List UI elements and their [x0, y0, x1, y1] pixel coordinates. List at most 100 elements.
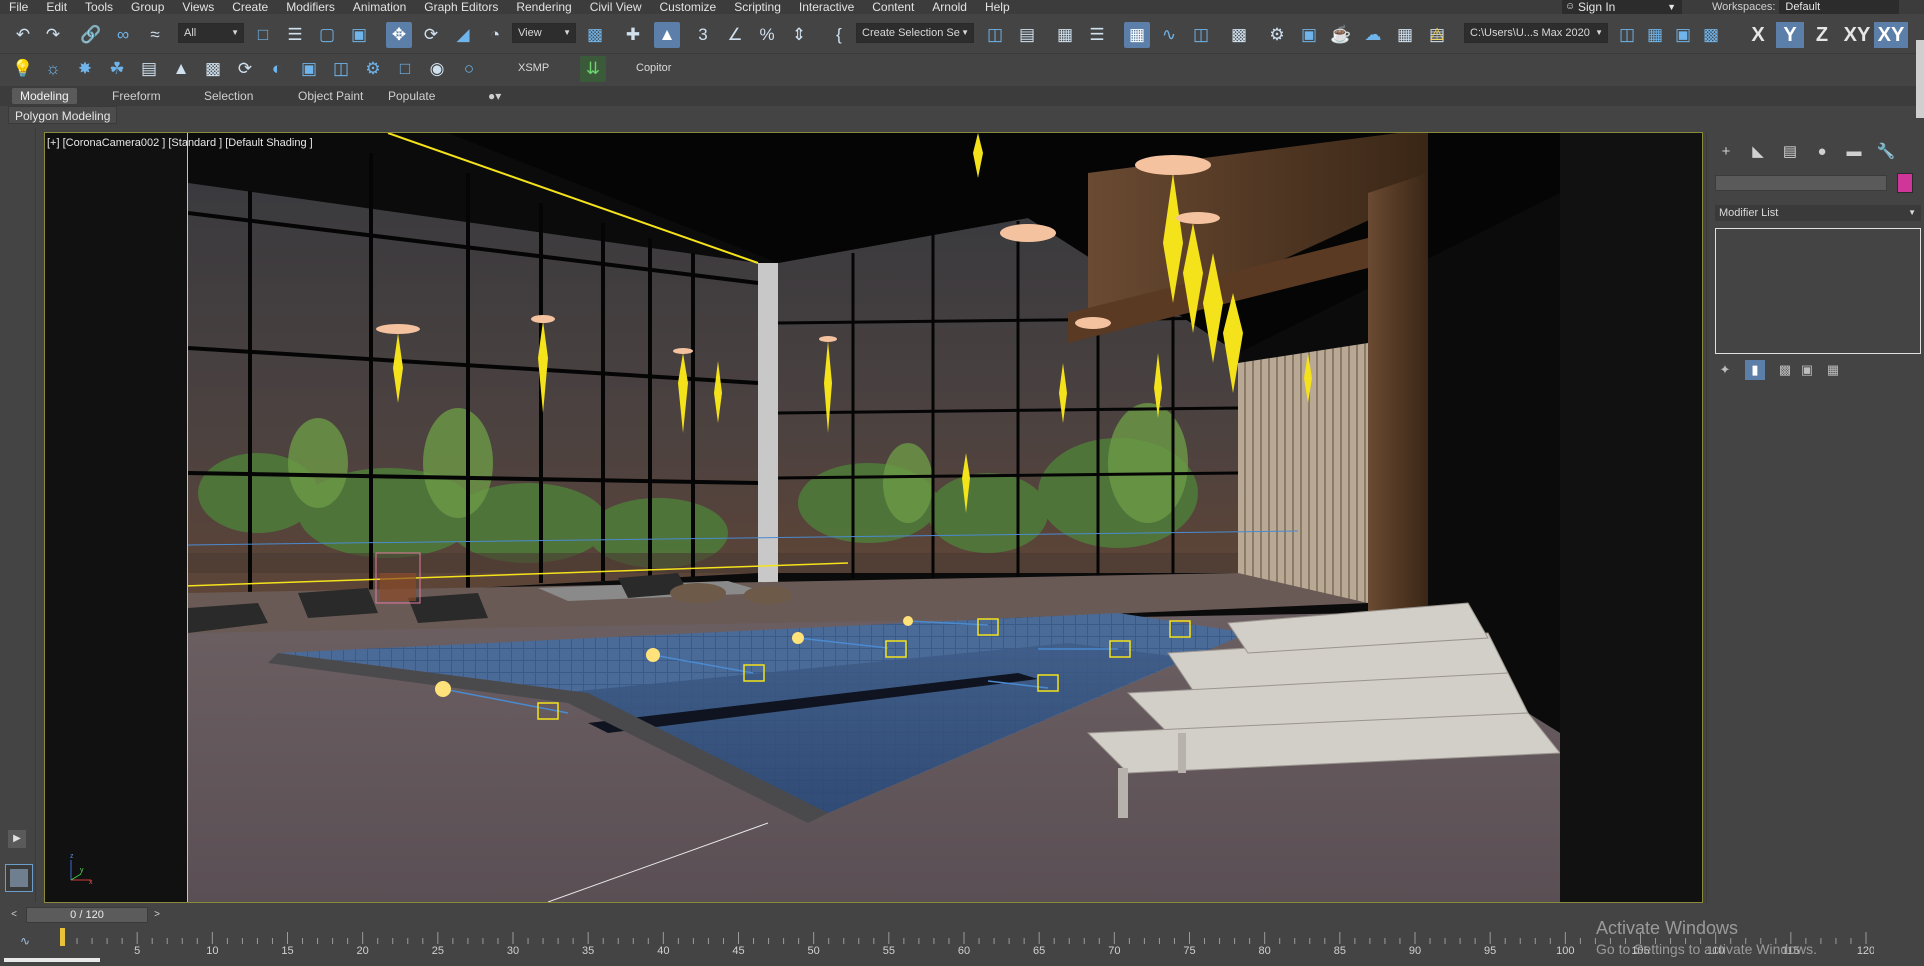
previous-frame-button[interactable]: <	[8, 908, 20, 922]
sign-in-dropdown[interactable]: ☺ Sign In ▼	[1562, 0, 1682, 14]
curve-editor-mini-icon[interactable]: ∿	[20, 934, 30, 948]
utilities-tab-wrench-icon[interactable]: 🔧	[1875, 142, 1897, 162]
select-place-icon[interactable]: ◔	[482, 22, 508, 48]
bind-spacewarp-icon[interactable]: ≈	[142, 22, 168, 48]
viewport-label[interactable]: [+] [CoronaCamera002 ] [Standard ] [Defa…	[47, 137, 313, 149]
ribbon-tab-object-paint[interactable]: Object Paint	[290, 88, 371, 104]
layer-explorer-icon[interactable]: ☰	[1084, 22, 1110, 48]
proxy-icon[interactable]: ▲	[168, 56, 194, 82]
toggle-ribbon-icon[interactable]: ▦	[1124, 22, 1150, 48]
workspaces-selector[interactable]: Workspaces: Default	[1712, 0, 1900, 14]
show-end-result-icon[interactable]: ▮	[1745, 360, 1765, 380]
mirror-icon[interactable]: ◫	[982, 22, 1008, 48]
snaps-toggle-icon[interactable]: 3	[690, 22, 716, 48]
scene-explorer-icon[interactable]: ▦	[1052, 22, 1078, 48]
constrain-xy-cycle-button[interactable]: XY	[1874, 22, 1908, 48]
make-unique-icon[interactable]: ▩	[1775, 360, 1795, 380]
menu-modifiers[interactable]: Modifiers	[277, 0, 344, 14]
configure-modifier-sets-icon[interactable]: ▦	[1823, 360, 1843, 380]
render-iterative-icon[interactable]: ▦	[1392, 22, 1418, 48]
create-tab-plus-icon[interactable]: +	[1715, 142, 1737, 162]
rendered-frame-window-icon[interactable]: ▣	[1296, 22, 1322, 48]
light-bulb-icon[interactable]: 💡	[10, 56, 36, 82]
reference-coordinate-select[interactable]: View ▼	[512, 23, 576, 43]
ribbon-options-dropdown-icon[interactable]: ●▾	[480, 88, 509, 104]
object-name-field[interactable]	[1715, 175, 1887, 191]
redo-icon[interactable]: ↷	[40, 22, 66, 48]
ribbon-tab-selection[interactable]: Selection	[196, 88, 261, 104]
next-frame-button[interactable]: >	[151, 908, 163, 922]
select-move-icon[interactable]: ✥	[386, 22, 412, 48]
menu-tools[interactable]: Tools	[76, 0, 122, 14]
constrain-xy-button[interactable]: XY	[1840, 22, 1874, 48]
render-cloud-icon[interactable]: ☁	[1360, 22, 1386, 48]
menu-group[interactable]: Group	[122, 0, 173, 14]
select-by-name-icon[interactable]: ☰	[282, 22, 308, 48]
rectangular-selection-icon[interactable]: ▢	[314, 22, 340, 48]
selection-filter-select[interactable]: All ▼	[178, 23, 244, 43]
percent-snap-icon[interactable]: %	[754, 22, 780, 48]
viewport-layout-thumbnail[interactable]	[5, 864, 33, 892]
remove-modifier-icon[interactable]: ▣	[1797, 360, 1817, 380]
named-selection-select[interactable]: Create Selection Se ▼	[856, 23, 974, 43]
expand-viewport-layout-button[interactable]: ▶	[8, 830, 26, 848]
project-save-icon[interactable]: ▦	[1642, 22, 1668, 48]
spinner-snap-icon[interactable]: ⇕	[786, 22, 812, 48]
corona-bulb-icon[interactable]: ○	[456, 56, 482, 82]
menu-graph-editors[interactable]: Graph Editors	[415, 0, 507, 14]
menu-help[interactable]: Help	[976, 0, 1019, 14]
object-color-swatch[interactable]	[1897, 173, 1913, 193]
corona-camera-icon[interactable]: ⟳	[232, 56, 258, 82]
ribbon-tab-freeform[interactable]: Freeform	[104, 88, 169, 104]
current-frame-marker[interactable]	[60, 928, 65, 946]
motion-tab-icon[interactable]: ●	[1811, 142, 1833, 162]
menu-interactive[interactable]: Interactive	[790, 0, 863, 14]
project-folder-icon[interactable]: ◫	[1614, 22, 1640, 48]
corona-converter-icon[interactable]: ⚙	[360, 56, 386, 82]
modifier-list-dropdown[interactable]: Modifier List ▼	[1715, 205, 1921, 221]
menu-civil-view[interactable]: Civil View	[581, 0, 651, 14]
schematic-view-icon[interactable]: ◫	[1188, 22, 1214, 48]
unlink-icon[interactable]: ∞	[110, 22, 136, 48]
undo-icon[interactable]: ↶	[10, 22, 36, 48]
select-manipulate-icon[interactable]: ✚	[620, 22, 646, 48]
ribbon-tab-populate[interactable]: Populate	[380, 88, 443, 104]
material-editor-icon[interactable]: ▩	[1226, 22, 1252, 48]
curve-editor-icon[interactable]: ∿	[1156, 22, 1182, 48]
workspaces-value[interactable]: Default	[1779, 0, 1900, 14]
link-icon[interactable]: 🔗	[78, 22, 104, 48]
menu-scripting[interactable]: Scripting	[725, 0, 790, 14]
render-setup-icon[interactable]: ⚙	[1264, 22, 1290, 48]
select-object-icon[interactable]: □	[250, 22, 276, 48]
keyboard-shortcut-override-icon[interactable]: ▲	[654, 22, 680, 48]
select-scale-icon[interactable]: ◢	[450, 22, 476, 48]
align-icon[interactable]: ▤	[1014, 22, 1040, 48]
project-folder-select[interactable]: C:\Users\U...s Max 2020 ▼	[1464, 23, 1608, 43]
menu-file[interactable]: File	[0, 0, 37, 14]
menu-animation[interactable]: Animation	[344, 0, 415, 14]
camera-viewport[interactable]: [+] [CoronaCamera002 ] [Standard ] [Defa…	[44, 132, 1703, 903]
window-crossing-icon[interactable]: ▣	[346, 22, 372, 48]
pin-stack-icon[interactable]: ✦	[1715, 360, 1735, 380]
text-map-icon[interactable]: ▤	[136, 56, 162, 82]
render-production-icon[interactable]: ☕	[1328, 22, 1354, 48]
modifier-stack[interactable]	[1715, 228, 1921, 354]
angle-snap-icon[interactable]: ∠	[722, 22, 748, 48]
select-rotate-icon[interactable]: ⟳	[418, 22, 444, 48]
polygon-modeling-button[interactable]: Polygon Modeling	[8, 106, 118, 124]
display-tab-icon[interactable]: ▬	[1843, 142, 1865, 162]
sun-icon[interactable]: ☼	[40, 56, 66, 82]
project-new-icon[interactable]: ▩	[1698, 22, 1724, 48]
menu-create[interactable]: Create	[223, 0, 277, 14]
menu-rendering[interactable]: Rendering	[507, 0, 580, 14]
edit-named-selection-icon[interactable]: {	[826, 22, 852, 48]
menu-arnold[interactable]: Arnold	[923, 0, 976, 14]
time-slider[interactable]: 0 / 120	[26, 907, 148, 923]
corona-volume-icon[interactable]: ▣	[296, 56, 322, 82]
project-open-icon[interactable]: ▣	[1670, 22, 1696, 48]
constrain-x-button[interactable]: X	[1744, 22, 1772, 48]
copitor-label[interactable]: Copitor	[636, 62, 671, 74]
pivot-center-icon[interactable]: ▩	[582, 22, 608, 48]
corona-light-icon[interactable]: ✸	[72, 56, 98, 82]
menu-views[interactable]: Views	[173, 0, 223, 14]
